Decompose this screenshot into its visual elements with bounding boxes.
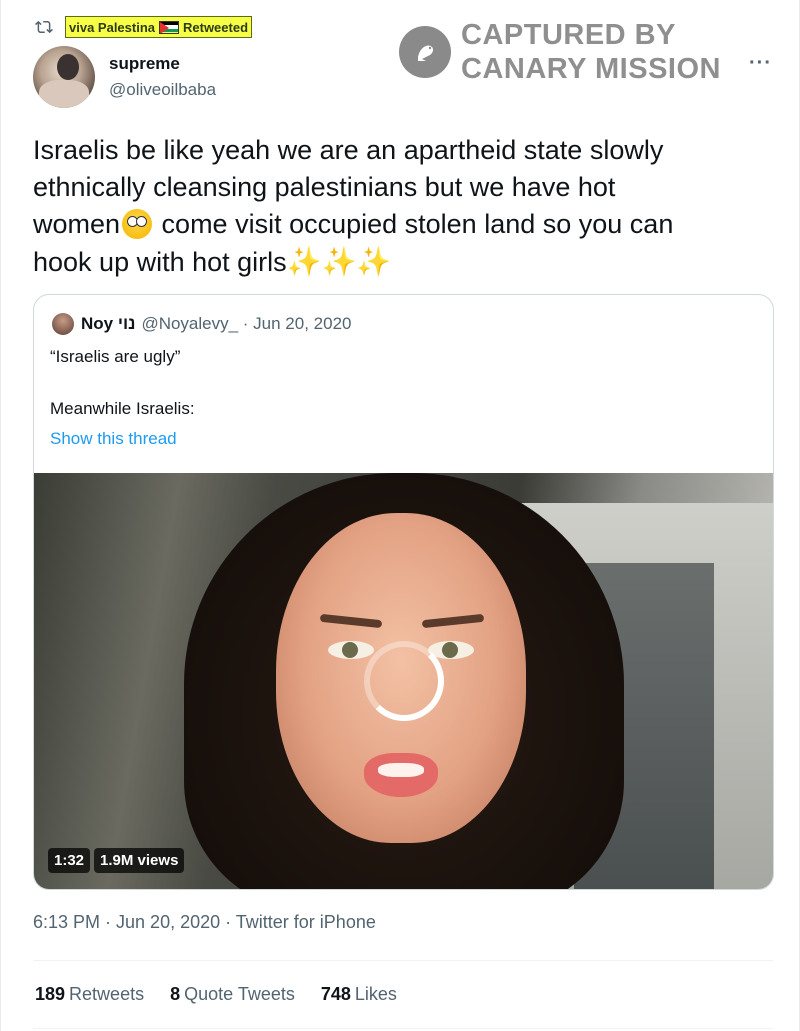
video-views: 1.9M views bbox=[94, 848, 185, 873]
divider bbox=[33, 960, 773, 961]
author-handle[interactable]: @oliveoilbaba bbox=[109, 80, 216, 100]
quoted-tweet[interactable]: Noy נוי @Noyalevy_ · Jun 20, 2020 “Israe… bbox=[33, 294, 774, 890]
tweet-stats: 189 Retweets 8 Quote Tweets 748 Likes bbox=[35, 984, 397, 1005]
more-icon[interactable]: ··· bbox=[749, 52, 772, 75]
rolling-eyes-emoji-icon bbox=[122, 209, 153, 239]
video-badges: 1:32 1.9M views bbox=[48, 848, 185, 873]
quoted-avatar bbox=[52, 313, 74, 335]
quotes-stat[interactable]: 8 Quote Tweets bbox=[170, 984, 295, 1005]
quoted-text-line: Meanwhile Israelis: bbox=[50, 399, 195, 418]
sparkles-emoji-icon: ✨✨✨ bbox=[286, 246, 392, 277]
retweet-context[interactable]: viva Palestina Retweeted bbox=[35, 16, 253, 38]
tweet-timestamp[interactable]: 6:13 PM · Jun 20, 2020 · Twitter for iPh… bbox=[33, 912, 376, 933]
quoted-author-meta: @Noyalevy_ · Jun 20, 2020 bbox=[141, 314, 352, 333]
palestine-flag-icon bbox=[159, 20, 179, 34]
canary-logo-icon bbox=[399, 26, 451, 78]
author-name[interactable]: supreme bbox=[109, 54, 180, 74]
likes-stat[interactable]: 748 Likes bbox=[321, 984, 397, 1005]
retweeter-name: viva Palestina bbox=[69, 19, 155, 35]
quoted-text-line: “Israelis are ugly” bbox=[50, 347, 181, 366]
quoted-author-name: Noy נוי bbox=[81, 314, 136, 333]
video-player[interactable]: 1:32 1.9M views bbox=[34, 473, 773, 889]
quoted-tweet-header: Noy נוי @Noyalevy_ · Jun 20, 2020 bbox=[52, 313, 351, 335]
tweet-card: viva Palestina Retweeted supreme @oliveo… bbox=[0, 0, 800, 1031]
show-thread-link[interactable]: Show this thread bbox=[50, 429, 177, 449]
retweet-highlight: viva Palestina Retweeted bbox=[65, 16, 253, 38]
retweets-stat[interactable]: 189 Retweets bbox=[35, 984, 144, 1005]
loading-spinner-icon bbox=[364, 641, 444, 721]
video-duration: 1:32 bbox=[48, 848, 91, 873]
watermark-text: CAPTURED BY CANARY MISSION bbox=[461, 19, 721, 85]
canary-watermark: CAPTURED BY CANARY MISSION bbox=[399, 18, 721, 86]
divider bbox=[33, 1028, 773, 1029]
retweeted-label: Retweeted bbox=[183, 19, 249, 35]
retweet-icon bbox=[35, 20, 53, 34]
avatar[interactable] bbox=[33, 46, 95, 108]
tweet-text: Israelis be like yeah we are an aparthei… bbox=[33, 135, 674, 277]
